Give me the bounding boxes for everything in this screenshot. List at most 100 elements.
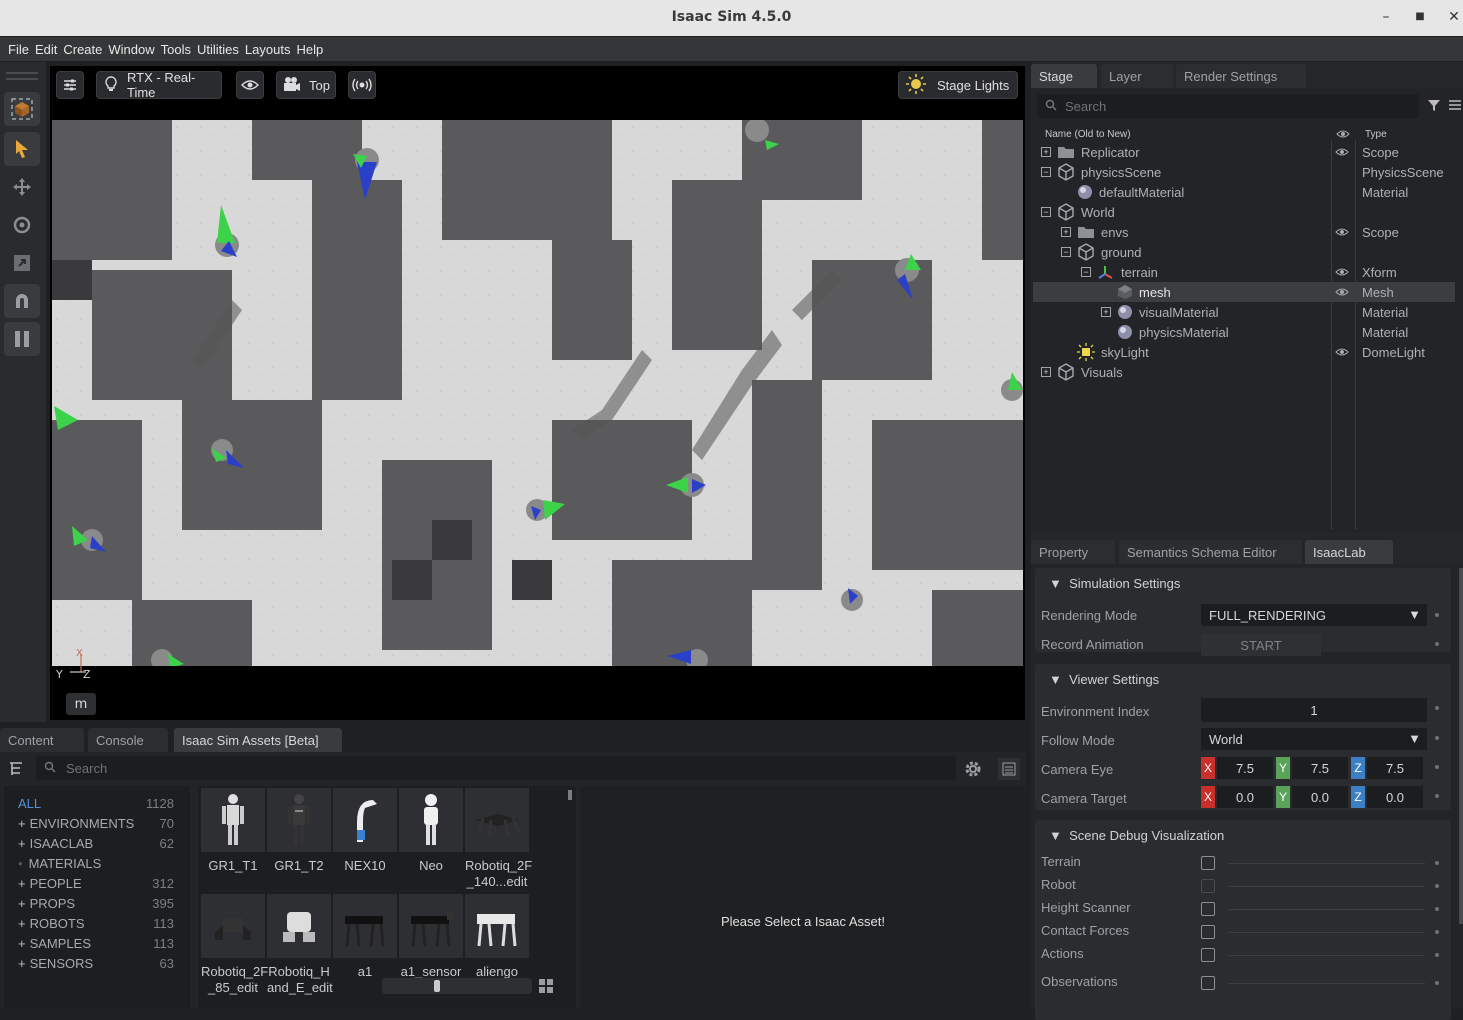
record-start-button[interactable]: START [1201, 634, 1321, 656]
debug-height-scanner-checkbox[interactable] [1201, 902, 1215, 916]
expand-toggle-icon[interactable]: − [1081, 267, 1091, 277]
asset-tile[interactable]: a1 [333, 894, 397, 980]
reset-dot[interactable] [1435, 765, 1439, 769]
asset-tile[interactable]: Robotiq_2F _140...edit [465, 788, 532, 890]
maximize-button[interactable]: ■ [1410, 11, 1430, 22]
menu-layouts[interactable]: Layouts [245, 42, 291, 57]
stage-row-ground[interactable]: − ground [1033, 242, 1455, 262]
asset-tile[interactable]: GR1_T2 [267, 788, 331, 874]
tab-render-settings[interactable]: Render Settings [1176, 64, 1306, 88]
units-badge[interactable]: m [66, 693, 96, 715]
camera-button[interactable]: Top [276, 71, 336, 99]
render-mode-button[interactable]: RTX - Real-Time [96, 70, 222, 100]
tab-isaac-sim-assets[interactable]: Isaac Sim Assets [Beta] [174, 728, 342, 752]
debug-actions-checkbox[interactable] [1201, 948, 1215, 962]
stage-row-envs[interactable]: + envs Scope [1033, 222, 1455, 242]
asset-tile[interactable]: a1_sensor [399, 894, 463, 980]
asset-tile[interactable]: NEX10 [333, 788, 397, 874]
target-y-field[interactable]: 0.0 [1292, 786, 1348, 808]
reset-dot[interactable] [1435, 613, 1439, 617]
scene-render[interactable] [52, 120, 1023, 666]
asset-tile[interactable]: aliengo [465, 894, 529, 980]
eye-z-field[interactable]: 7.5 [1367, 757, 1423, 779]
category-environments[interactable]: + ENVIRONMENTS 70 [18, 816, 174, 831]
close-button[interactable]: ✕ [1444, 9, 1463, 25]
menu-utilities[interactable]: Utilities [197, 42, 239, 57]
expand-toggle-icon[interactable]: − [1041, 167, 1051, 177]
grid-view-icon[interactable] [538, 978, 554, 997]
expand-toggle-icon[interactable]: + [1101, 307, 1111, 317]
expand-toggle-icon[interactable]: + [1041, 367, 1051, 377]
reset-dot[interactable] [1435, 706, 1439, 710]
debug-robot-checkbox[interactable] [1201, 879, 1215, 893]
stage-row-replicator[interactable]: + Replicator Scope [1033, 142, 1455, 162]
pause-icon[interactable] [4, 322, 40, 356]
asset-tile[interactable]: Robotiq_H and_E_edit [267, 894, 333, 996]
settings-sliders-icon[interactable] [56, 71, 84, 99]
stage-row-physicsscene[interactable]: − physicsScene PhysicsScene [1033, 162, 1455, 182]
tab-isaaclab[interactable]: IsaacLab [1305, 540, 1393, 564]
debug-contact-forces-checkbox[interactable] [1201, 925, 1215, 939]
list-view-icon[interactable] [998, 758, 1020, 780]
reset-dot[interactable] [1435, 953, 1439, 957]
asset-tile[interactable]: Robotiq_2F _85_edit [201, 894, 268, 996]
stage-search-input[interactable]: Search [1037, 94, 1419, 118]
category-materials[interactable]: • MATERIALS [18, 856, 174, 871]
visibility-eye-icon[interactable] [1335, 265, 1349, 280]
reset-dot[interactable] [1435, 861, 1439, 865]
category-samples[interactable]: + SAMPLES 113 [18, 936, 174, 951]
pointer-tool-icon[interactable] [4, 132, 40, 166]
eye-y-field[interactable]: 7.5 [1292, 757, 1348, 779]
snap-magnet-icon[interactable] [4, 284, 40, 318]
select-mode-icon[interactable] [4, 92, 40, 126]
follow-mode-dropdown[interactable]: World ▼ [1201, 728, 1427, 750]
stage-row-physicsmaterial[interactable]: physicsMaterial Material [1033, 322, 1455, 342]
scene-debug-header[interactable]: ▼ Scene Debug Visualization [1049, 828, 1224, 843]
visibility-eye-icon[interactable] [1335, 145, 1349, 160]
debug-observations-checkbox[interactable] [1201, 976, 1215, 990]
expand-toggle-icon[interactable]: − [1061, 247, 1071, 257]
expand-toggle-icon[interactable]: + [1061, 227, 1071, 237]
grid-scrollbar[interactable] [568, 790, 572, 800]
column-name-header[interactable]: Name (Old to New) [1045, 129, 1131, 140]
simulation-settings-header[interactable]: ▼ Simulation Settings [1049, 576, 1180, 591]
stage-row-visuals[interactable]: + Visuals [1033, 362, 1455, 382]
reset-dot[interactable] [1435, 642, 1439, 646]
broadcast-icon[interactable] [348, 71, 376, 99]
filter-icon[interactable] [1427, 98, 1441, 115]
category-robots[interactable]: + ROBOTS 113 [18, 916, 174, 931]
assets-search-input[interactable]: Search [36, 756, 956, 780]
visibility-eye-icon[interactable] [1335, 345, 1349, 360]
tab-console[interactable]: Console [88, 728, 168, 752]
menu-help[interactable]: Help [296, 42, 323, 57]
menu-create[interactable]: Create [63, 42, 102, 57]
hamburger-menu-icon[interactable] [1449, 98, 1461, 115]
reset-dot[interactable] [1435, 794, 1439, 798]
tab-property[interactable]: Property [1031, 540, 1115, 564]
target-z-field[interactable]: 0.0 [1367, 786, 1423, 808]
menu-file[interactable]: File [8, 42, 29, 57]
tab-semantics-schema-editor[interactable]: Semantics Schema Editor [1119, 540, 1302, 564]
stage-lights-button[interactable]: Stage Lights [898, 71, 1018, 99]
rotate-tool-icon[interactable] [4, 208, 40, 242]
tab-stage[interactable]: Stage [1031, 64, 1097, 88]
category-props[interactable]: + PROPS 395 [18, 896, 174, 911]
thumbnail-size-slider[interactable] [382, 978, 532, 994]
tab-layer[interactable]: Layer [1101, 64, 1173, 88]
category-sensors[interactable]: + SENSORS 63 [18, 956, 174, 971]
reset-dot[interactable] [1435, 981, 1439, 985]
asset-tile[interactable]: Neo [399, 788, 463, 874]
expand-toggle-icon[interactable]: − [1041, 207, 1051, 217]
menu-tools[interactable]: Tools [161, 42, 191, 57]
environment-index-field[interactable]: 1 [1201, 698, 1427, 722]
visibility-eye-icon[interactable] [1335, 285, 1349, 300]
gear-icon[interactable] [962, 758, 984, 783]
stage-row-visualmaterial[interactable]: + visualMaterial Material [1033, 302, 1455, 322]
reset-dot[interactable] [1435, 930, 1439, 934]
scale-tool-icon[interactable] [4, 246, 40, 280]
asset-tile[interactable]: GR1_T1 [201, 788, 265, 874]
rendering-mode-dropdown[interactable]: FULL_RENDERING ▼ [1201, 604, 1427, 626]
eye-x-field[interactable]: 7.5 [1217, 757, 1273, 779]
stage-row-defaultmaterial[interactable]: defaultMaterial Material [1033, 182, 1455, 202]
menu-window[interactable]: Window [108, 42, 154, 57]
